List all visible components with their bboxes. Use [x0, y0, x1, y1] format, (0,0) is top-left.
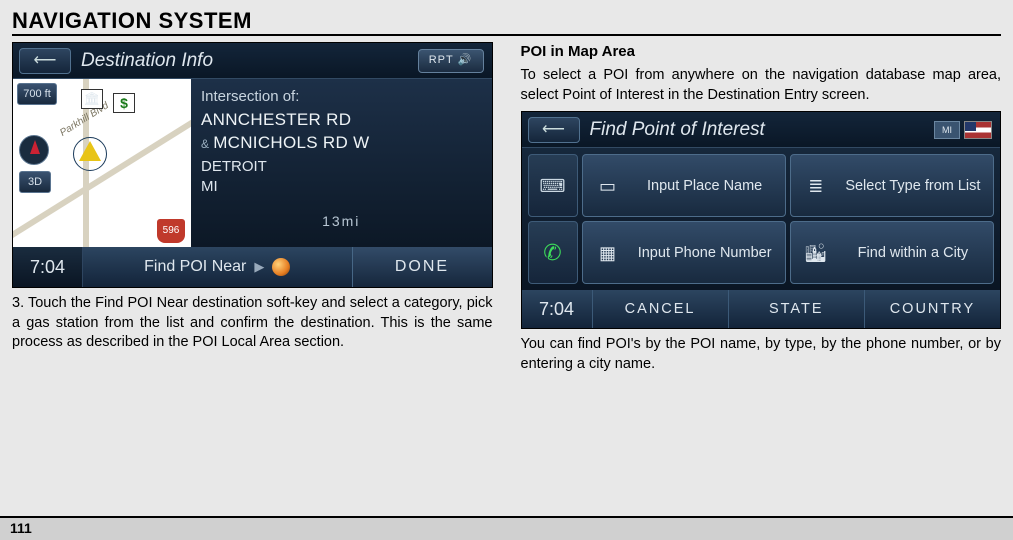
road-2: MCNICHOLS RD W — [213, 133, 369, 152]
screen-title: Find Point of Interest — [586, 117, 935, 143]
input-phone-button[interactable]: ▦ Input Phone Number — [582, 221, 786, 284]
back-button[interactable]: ⟵ — [528, 117, 580, 143]
3d-toggle[interactable]: 3D — [19, 171, 51, 193]
done-button[interactable]: DONE — [352, 247, 492, 287]
map-pane[interactable]: 700 ft 3D Parkhill Blvd 🏛 $ 596 — [13, 79, 191, 247]
city-label: DETROIT — [201, 157, 482, 177]
right-column: POI in Map Area To select a POI from any… — [521, 42, 1002, 375]
find-within-city-button[interactable]: 🏙 Find within a City — [790, 221, 994, 284]
cancel-button[interactable]: CANCEL — [592, 290, 728, 328]
usa-flag-icon — [964, 121, 992, 139]
state-chip: MI — [934, 121, 960, 139]
clock: 7:04 — [13, 247, 83, 287]
screen-title: Destination Info — [77, 48, 418, 74]
poi-map-area-outro: You can find POI's by the POI name, by t… — [521, 335, 1002, 374]
option-label: Select Type from List — [841, 178, 985, 195]
bank-poi-icon[interactable]: 🏛 — [81, 89, 103, 109]
find-poi-label: Find POI Near — [144, 256, 246, 278]
option-label: Input Place Name — [633, 178, 777, 195]
country-button[interactable]: COUNTRY — [864, 290, 1000, 328]
arrow-right-icon: ▶ — [254, 258, 264, 276]
list-icon: ≣ — [799, 171, 833, 201]
compass-icon[interactable] — [19, 135, 49, 165]
dialpad-icon: ▦ — [591, 238, 625, 268]
vehicle-icon — [79, 141, 101, 161]
intersection-info-pane: Intersection of: ANNCHESTER RD & MCNICHO… — [191, 79, 492, 247]
clock: 7:04 — [522, 290, 592, 328]
select-type-button[interactable]: ≣ Select Type from List — [790, 154, 994, 217]
keyboard-icon[interactable]: ⌨ — [528, 154, 578, 217]
find-poi-screenshot: ⟵ Find Point of Interest MI ⌨ ▭ Input Pl… — [521, 111, 1002, 329]
input-place-name-button[interactable]: ▭ Input Place Name — [582, 154, 786, 217]
poi-dot-icon — [272, 258, 290, 276]
ampersand: & — [201, 137, 209, 151]
page-number: 111 — [0, 516, 1013, 540]
phone-icon[interactable]: ✆ — [528, 221, 578, 284]
left-column: ⟵ Destination Info RPT 🔊 700 ft 3D Parkh… — [12, 42, 493, 375]
text-icon: ▭ — [591, 171, 625, 201]
destination-info-screenshot: ⟵ Destination Info RPT 🔊 700 ft 3D Parkh… — [12, 42, 493, 288]
distance-label: 13mi — [201, 212, 482, 231]
find-poi-near-button[interactable]: Find POI Near ▶ — [83, 247, 352, 287]
gas-poi-icon[interactable]: $ — [113, 93, 135, 113]
repeat-button[interactable]: RPT 🔊 — [418, 49, 484, 73]
intersection-header: Intersection of: — [201, 87, 482, 107]
road-1: ANNCHESTER RD — [201, 109, 482, 132]
step-3-paragraph: 3. Touch the Find POI Near destination s… — [12, 294, 493, 353]
poi-map-area-intro: To select a POI from anywhere on the nav… — [521, 66, 1002, 105]
city-icon: 🏙 — [799, 238, 833, 268]
page-title: NAVIGATION SYSTEM — [12, 8, 1001, 34]
option-label: Input Phone Number — [633, 245, 777, 262]
altitude-badge: 700 ft — [17, 83, 57, 105]
state-label: MI — [201, 177, 482, 197]
highway-shield-icon: 596 — [157, 219, 185, 243]
back-button[interactable]: ⟵ — [19, 48, 71, 74]
poi-map-area-heading: POI in Map Area — [521, 42, 1002, 62]
state-button[interactable]: STATE — [728, 290, 864, 328]
option-label: Find within a City — [841, 245, 985, 262]
